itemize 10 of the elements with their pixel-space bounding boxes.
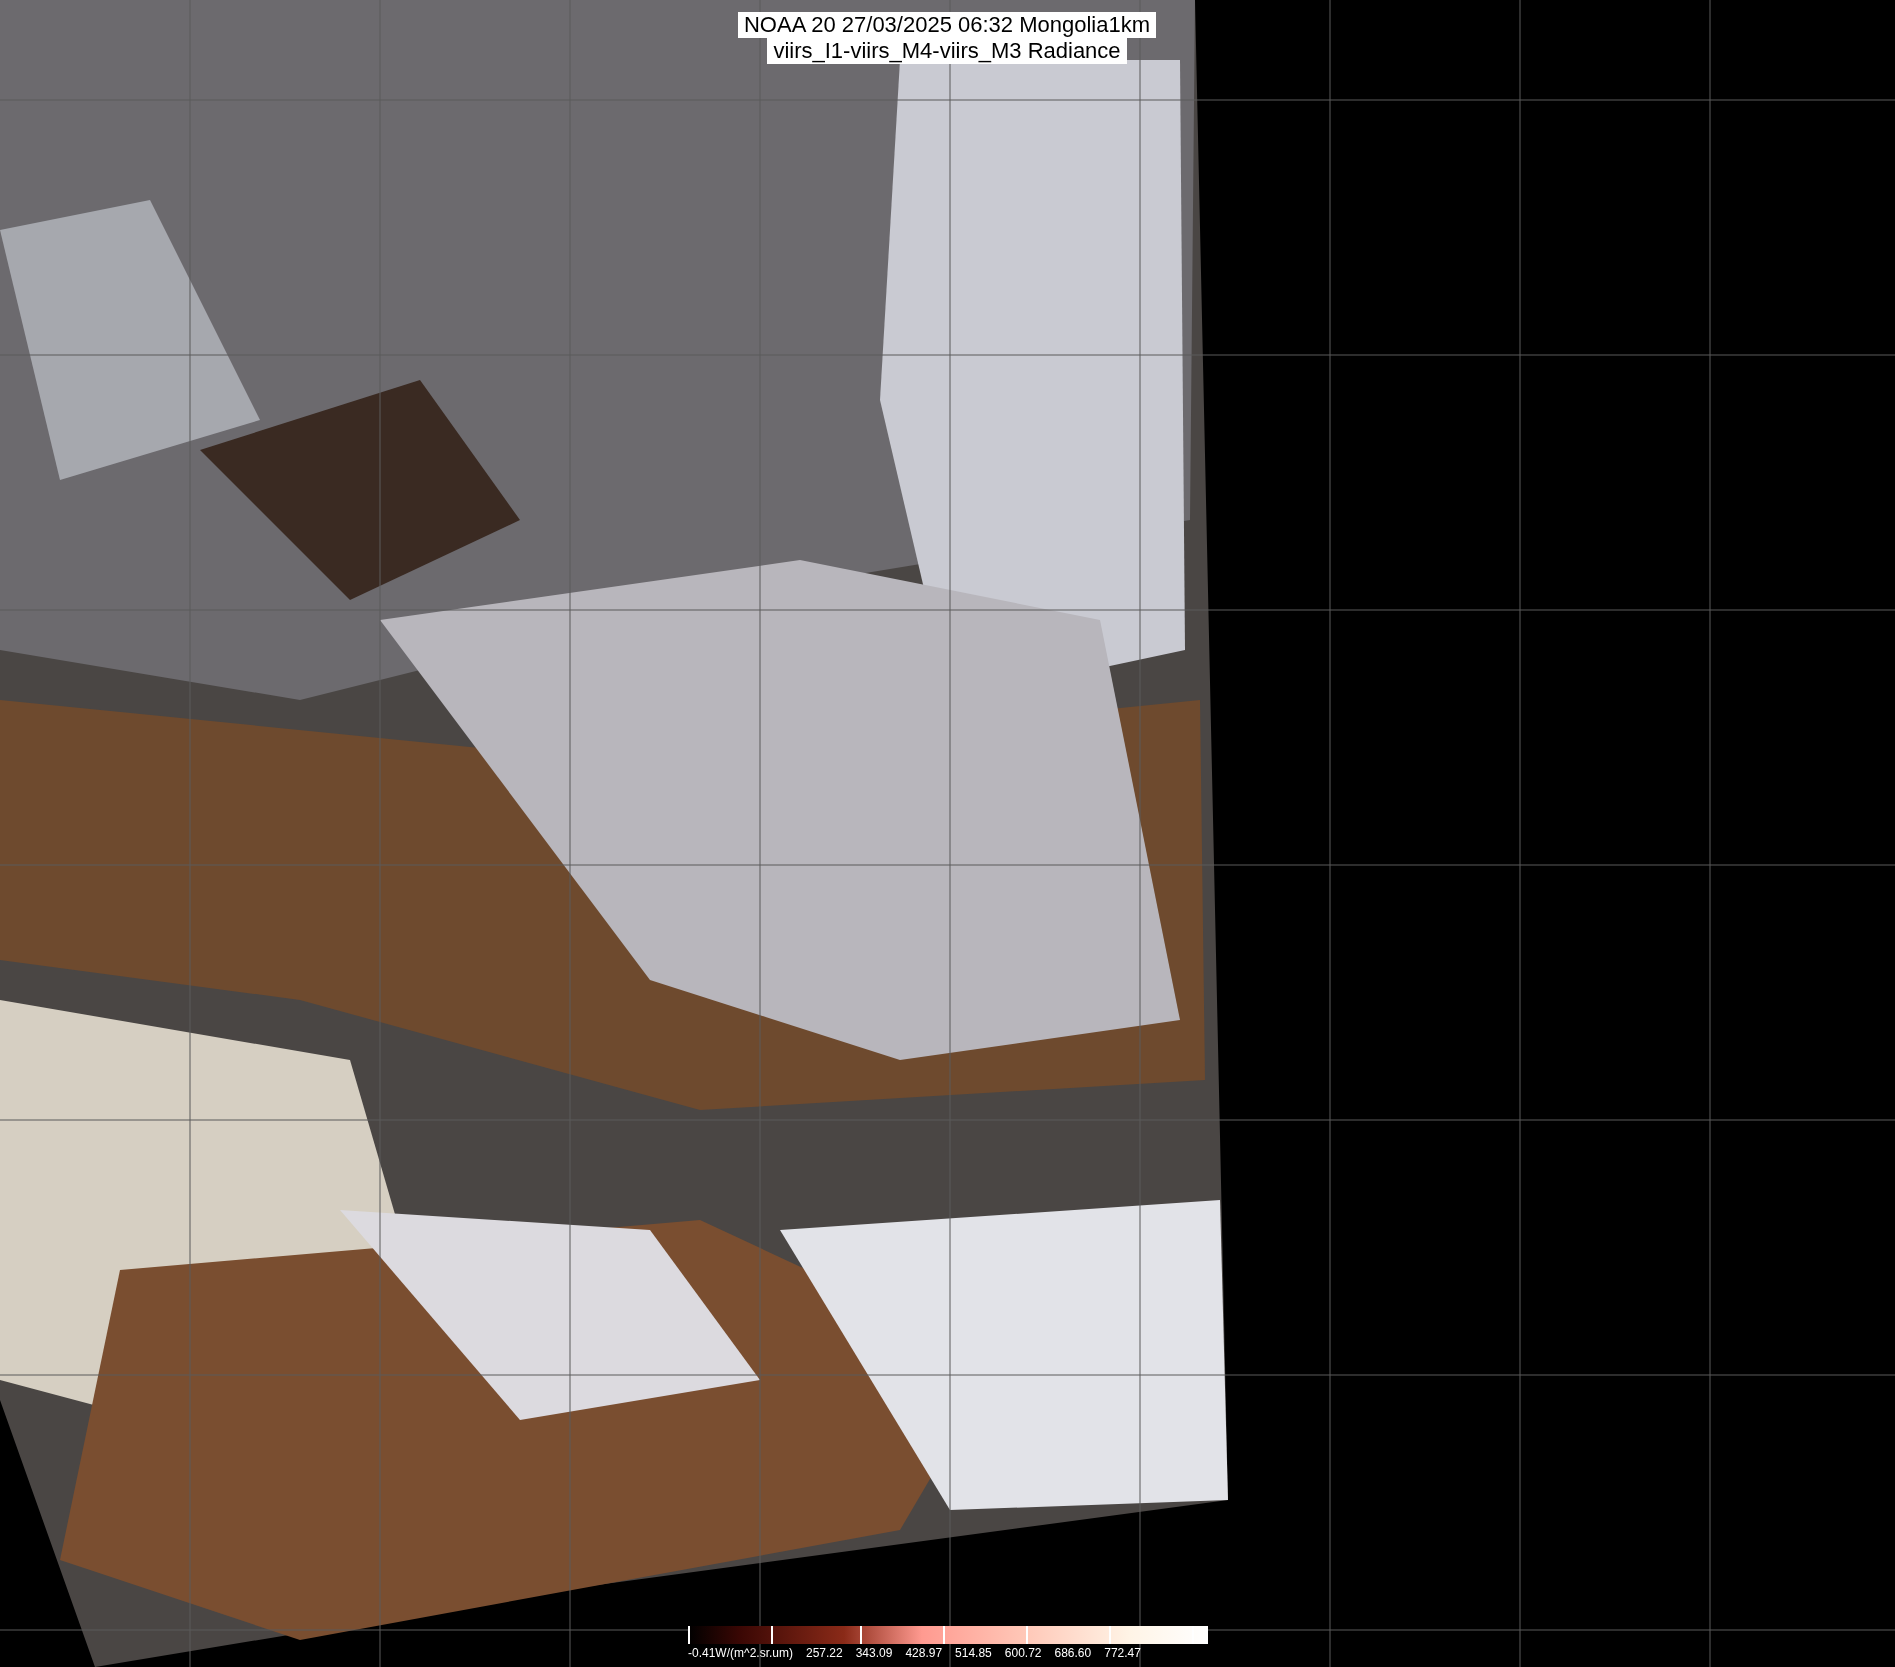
- scale-label: 514.85: [955, 1646, 992, 1660]
- map-title: NOAA 20 27/03/2025 06:32 Mongolia1km: [737, 12, 1157, 38]
- map-title: viirs_I1-viirs_M4-viirs_M3 Radiance: [767, 38, 1127, 64]
- scale-label: -0.41W/(m^2.sr.um): [688, 1646, 793, 1660]
- scale-label: 686.60: [1054, 1646, 1092, 1660]
- scale-label: 772.47: [1104, 1646, 1141, 1660]
- scale-label: 257.22: [806, 1646, 843, 1660]
- scale-label: 600.72: [1004, 1646, 1042, 1660]
- scale-label: 428.97: [905, 1646, 943, 1660]
- scale-label: 343.09: [855, 1646, 893, 1660]
